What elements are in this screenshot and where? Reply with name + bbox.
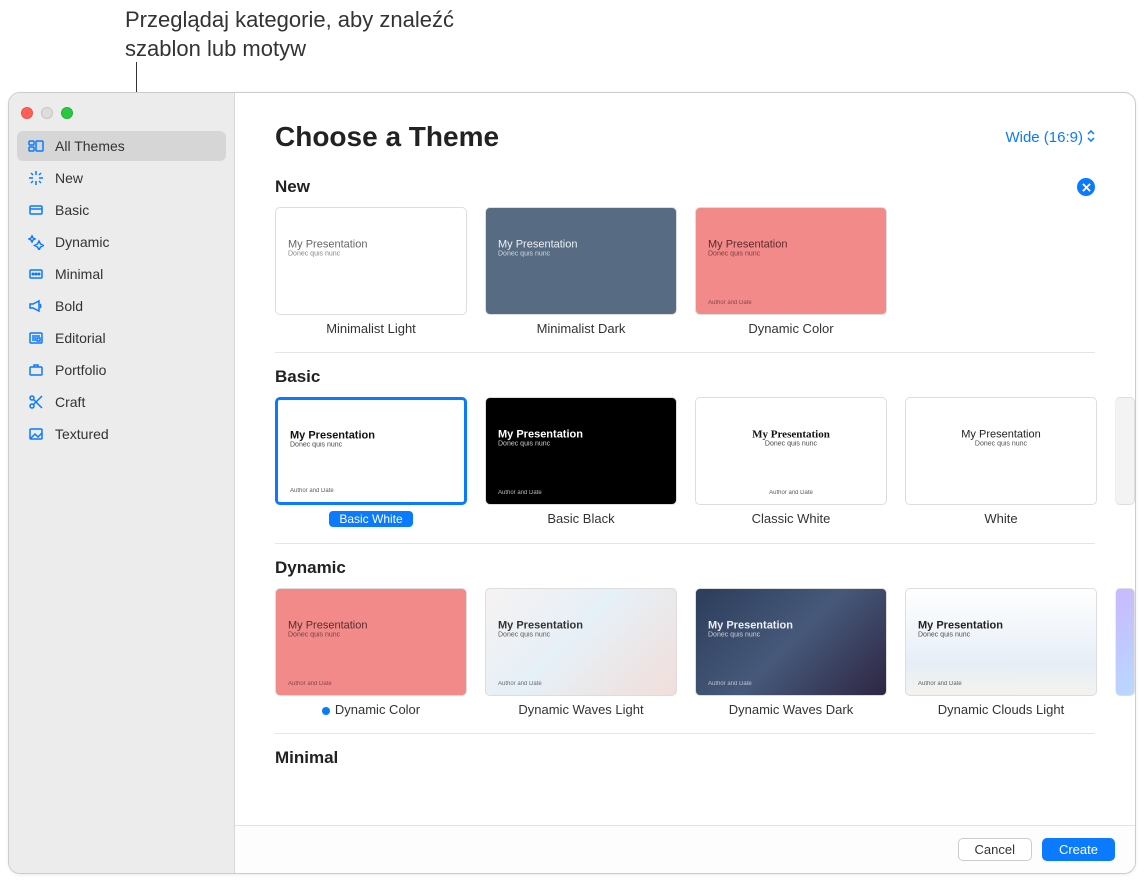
- sidebar-item-label: Portfolio: [55, 362, 106, 378]
- theme-basic-white[interactable]: My PresentationDonec quis nuncAuthor and…: [275, 397, 467, 527]
- sidebar-item-label: Craft: [55, 394, 85, 410]
- window-minimize-button[interactable]: [41, 107, 53, 119]
- aspect-ratio-label: Wide (16:9): [1005, 129, 1083, 146]
- theme-label: Dynamic Waves Dark: [729, 702, 853, 717]
- window-traffic-lights: [9, 99, 234, 131]
- sidebar-item-label: Bold: [55, 298, 83, 314]
- section-divider: [275, 352, 1095, 353]
- dismiss-new-icon[interactable]: [1077, 178, 1095, 196]
- sidebar-item-portfolio[interactable]: Portfolio: [17, 355, 226, 385]
- section-divider: [275, 543, 1095, 544]
- sidebar-item-label: All Themes: [55, 138, 125, 154]
- sidebar-item-new[interactable]: New: [17, 163, 226, 193]
- megaphone-icon: [27, 297, 45, 315]
- annotation-text: Przeglądaj kategorie, aby znaleźć szablo…: [125, 6, 485, 63]
- theme-label: Dynamic Clouds Light: [938, 702, 1064, 717]
- theme-dynamic-clouds-light[interactable]: My PresentationDonec quis nuncAuthor and…: [905, 588, 1097, 717]
- sidebar-item-basic[interactable]: Basic: [17, 195, 226, 225]
- sidebar-item-dynamic[interactable]: Dynamic: [17, 227, 226, 257]
- section-divider: [275, 733, 1095, 734]
- theme-label: Minimalist Dark: [537, 321, 626, 336]
- theme-basic-black[interactable]: My PresentationDonec quis nuncAuthor and…: [485, 397, 677, 527]
- window-close-button[interactable]: [21, 107, 33, 119]
- theme-white[interactable]: My PresentationDonec quis nunc White: [905, 397, 1097, 527]
- section-minimal: Minimal: [275, 748, 1135, 768]
- main-area: Choose a Theme Wide (16:9) New: [235, 93, 1135, 873]
- sidebar-item-craft[interactable]: Craft: [17, 387, 226, 417]
- sidebar-item-textured[interactable]: Textured: [17, 419, 226, 449]
- theme-dynamic-waves-dark[interactable]: My PresentationDonec quis nuncAuthor and…: [695, 588, 887, 717]
- briefcase-icon: [27, 361, 45, 379]
- stars-icon: [27, 233, 45, 251]
- footer-bar: Cancel Create: [235, 825, 1135, 873]
- sidebar-item-editorial[interactable]: Editorial: [17, 323, 226, 353]
- sidebar-item-label: Textured: [55, 426, 109, 442]
- theme-overflow-peek[interactable]: [1115, 397, 1135, 527]
- cancel-button[interactable]: Cancel: [958, 838, 1032, 861]
- dots-icon: [27, 265, 45, 283]
- section-new: New My PresentationDonec quis nunc Minim…: [275, 177, 1135, 336]
- theme-dynamic-color-new[interactable]: My PresentationDonec quis nuncAuthor and…: [695, 207, 887, 336]
- newspaper-icon: [27, 329, 45, 347]
- theme-label: Dynamic Waves Light: [518, 702, 643, 717]
- all-themes-icon: [27, 137, 45, 155]
- section-title-basic: Basic: [275, 367, 320, 387]
- sidebar: All Themes New Basic Dynamic Minimal Bol…: [9, 93, 235, 873]
- theme-label: Basic Black: [547, 511, 614, 526]
- theme-label: White: [984, 511, 1017, 526]
- sidebar-list: All Themes New Basic Dynamic Minimal Bol…: [9, 131, 234, 449]
- chevron-updown-icon: [1087, 130, 1095, 145]
- sidebar-item-label: Editorial: [55, 330, 106, 346]
- section-dynamic: Dynamic My PresentationDonec quis nuncAu…: [275, 558, 1135, 717]
- sidebar-item-label: Dynamic: [55, 234, 109, 250]
- sidebar-item-bold[interactable]: Bold: [17, 291, 226, 321]
- theme-chooser-window: All Themes New Basic Dynamic Minimal Bol…: [8, 92, 1136, 874]
- sidebar-item-label: Minimal: [55, 266, 103, 282]
- section-basic: Basic My PresentationDonec quis nuncAuth…: [275, 367, 1135, 527]
- theme-label: Dynamic Color: [322, 702, 420, 717]
- theme-dynamic-waves-light[interactable]: My PresentationDonec quis nuncAuthor and…: [485, 588, 677, 717]
- theme-label-selected: Basic White: [329, 511, 412, 527]
- theme-dynamic-color[interactable]: My PresentationDonec quis nuncAuthor and…: [275, 588, 467, 717]
- sidebar-item-minimal[interactable]: Minimal: [17, 259, 226, 289]
- theme-minimalist-light[interactable]: My PresentationDonec quis nunc Minimalis…: [275, 207, 467, 336]
- theme-overflow-peek[interactable]: [1115, 588, 1135, 717]
- create-button[interactable]: Create: [1042, 838, 1115, 861]
- sidebar-item-all-themes[interactable]: All Themes: [17, 131, 226, 161]
- texture-icon: [27, 425, 45, 443]
- sidebar-item-label: New: [55, 170, 83, 186]
- window-zoom-button[interactable]: [61, 107, 73, 119]
- theme-minimalist-dark[interactable]: My PresentationDonec quis nunc Minimalis…: [485, 207, 677, 336]
- content-scroll[interactable]: Choose a Theme Wide (16:9) New: [235, 93, 1135, 825]
- aspect-ratio-dropdown[interactable]: Wide (16:9): [1005, 129, 1095, 146]
- theme-classic-white[interactable]: My PresentationDonec quis nuncAuthor and…: [695, 397, 887, 527]
- section-title-minimal: Minimal: [275, 748, 338, 768]
- sparkle-icon: [27, 169, 45, 187]
- sidebar-item-label: Basic: [55, 202, 89, 218]
- scissors-icon: [27, 393, 45, 411]
- section-title-dynamic: Dynamic: [275, 558, 346, 578]
- theme-label: Classic White: [752, 511, 831, 526]
- new-indicator-dot-icon: [322, 707, 330, 715]
- page-title: Choose a Theme: [275, 121, 499, 153]
- theme-label: Minimalist Light: [326, 321, 416, 336]
- section-title-new: New: [275, 177, 310, 197]
- rectangle-icon: [27, 201, 45, 219]
- theme-label: Dynamic Color: [748, 321, 833, 336]
